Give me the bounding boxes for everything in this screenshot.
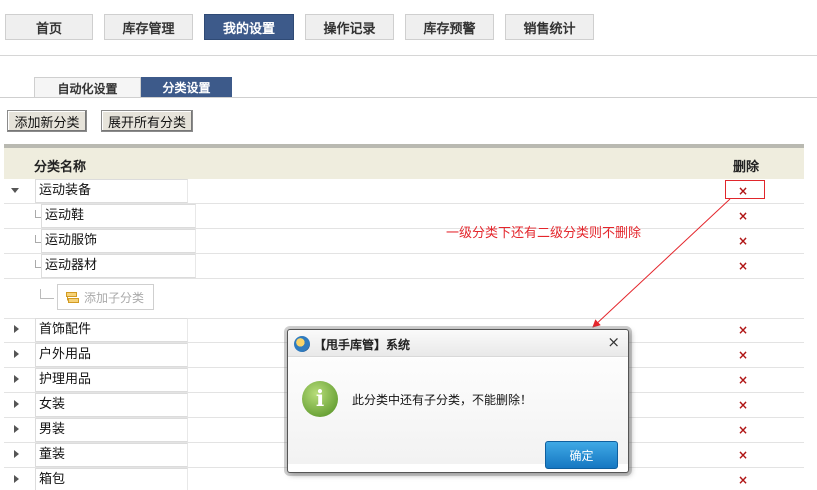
add-category-button[interactable]: 添加新分类 <box>7 110 87 132</box>
nav-divider <box>0 55 817 56</box>
nav-tab-my-settings[interactable]: 我的设置 <box>204 14 294 40</box>
nav-tab-inventory[interactable]: 库存管理 <box>104 14 193 40</box>
delete-icon[interactable]: × <box>738 210 748 222</box>
expand-toggle-icon[interactable] <box>14 400 19 408</box>
dialog-body: i 此分类中还有子分类，不能删除！ 确定 <box>288 358 628 469</box>
expand-toggle-icon[interactable] <box>14 475 19 483</box>
expand-toggle-icon[interactable] <box>14 450 19 458</box>
category-name-field[interactable]: 箱包 <box>35 468 188 490</box>
dialog-message: 此分类中还有子分类，不能删除！ <box>352 393 533 407</box>
delete-icon[interactable]: × <box>738 424 748 436</box>
subcategory-tree-icon <box>66 291 79 303</box>
annotation-text: 一级分类下还有二级分类则不删除 <box>446 226 642 241</box>
column-header-name: 分类名称 <box>34 160 87 175</box>
category-name-field[interactable]: 运动装备 <box>35 179 188 203</box>
child-branch-icon <box>40 289 54 299</box>
subcategory-name-field[interactable]: 运动鞋 <box>41 204 196 228</box>
alert-dialog: 【甩手库管】系统 × i 此分类中还有子分类，不能删除！ 确定 <box>287 329 629 473</box>
dialog-title: 【甩手库管】系统 <box>314 338 411 352</box>
category-name-field[interactable]: 首饰配件 <box>35 318 188 342</box>
close-icon[interactable]: × <box>607 335 620 350</box>
add-subcategory-label: 添加子分类 <box>84 290 145 305</box>
delete-icon[interactable]: × <box>738 399 748 411</box>
nav-tab-operation-log[interactable]: 操作记录 <box>305 14 394 40</box>
info-icon: i <box>302 381 338 417</box>
expand-toggle-icon[interactable] <box>14 425 19 433</box>
nav-tab-stock-alert[interactable]: 库存预警 <box>405 14 494 40</box>
row-divider <box>4 278 804 279</box>
table-header: 分类名称 删除 <box>4 144 804 179</box>
tab-category-settings[interactable]: 分类设置 <box>141 77 232 98</box>
category-name-field[interactable]: 男装 <box>35 418 188 442</box>
delete-icon[interactable]: × <box>738 474 748 486</box>
subcategory-name-field[interactable]: 运动服饰 <box>41 229 196 253</box>
expand-toggle-icon[interactable] <box>14 350 19 358</box>
subtab-divider <box>0 97 817 98</box>
subcategory-name-field[interactable]: 运动器材 <box>41 254 196 278</box>
expand-all-button[interactable]: 展开所有分类 <box>101 110 193 132</box>
delete-highlight-box <box>725 180 765 199</box>
collapse-toggle-icon[interactable] <box>11 188 19 193</box>
delete-icon[interactable]: × <box>738 349 748 361</box>
category-name-field[interactable]: 护理用品 <box>35 368 188 392</box>
expand-toggle-icon[interactable] <box>14 325 19 333</box>
add-subcategory-button[interactable]: 添加子分类 <box>57 284 154 310</box>
delete-icon[interactable]: × <box>738 260 748 272</box>
dialog-titlebar[interactable]: 【甩手库管】系统 × <box>288 330 628 357</box>
nav-tab-sales-stats[interactable]: 销售统计 <box>505 14 594 40</box>
app-logo-icon <box>294 336 310 352</box>
column-header-delete: 删除 <box>733 160 760 175</box>
expand-toggle-icon[interactable] <box>14 375 19 383</box>
tab-automation-settings[interactable]: 自动化设置 <box>34 77 141 98</box>
ok-button[interactable]: 确定 <box>545 441 618 469</box>
category-name-field[interactable]: 户外用品 <box>35 343 188 367</box>
delete-icon[interactable]: × <box>738 324 748 336</box>
nav-tab-home[interactable]: 首页 <box>5 14 93 40</box>
delete-icon[interactable]: × <box>738 449 748 461</box>
delete-icon[interactable]: × <box>738 235 748 247</box>
category-name-field[interactable]: 童装 <box>35 443 188 467</box>
delete-icon[interactable]: × <box>738 374 748 386</box>
category-name-field[interactable]: 女装 <box>35 393 188 417</box>
